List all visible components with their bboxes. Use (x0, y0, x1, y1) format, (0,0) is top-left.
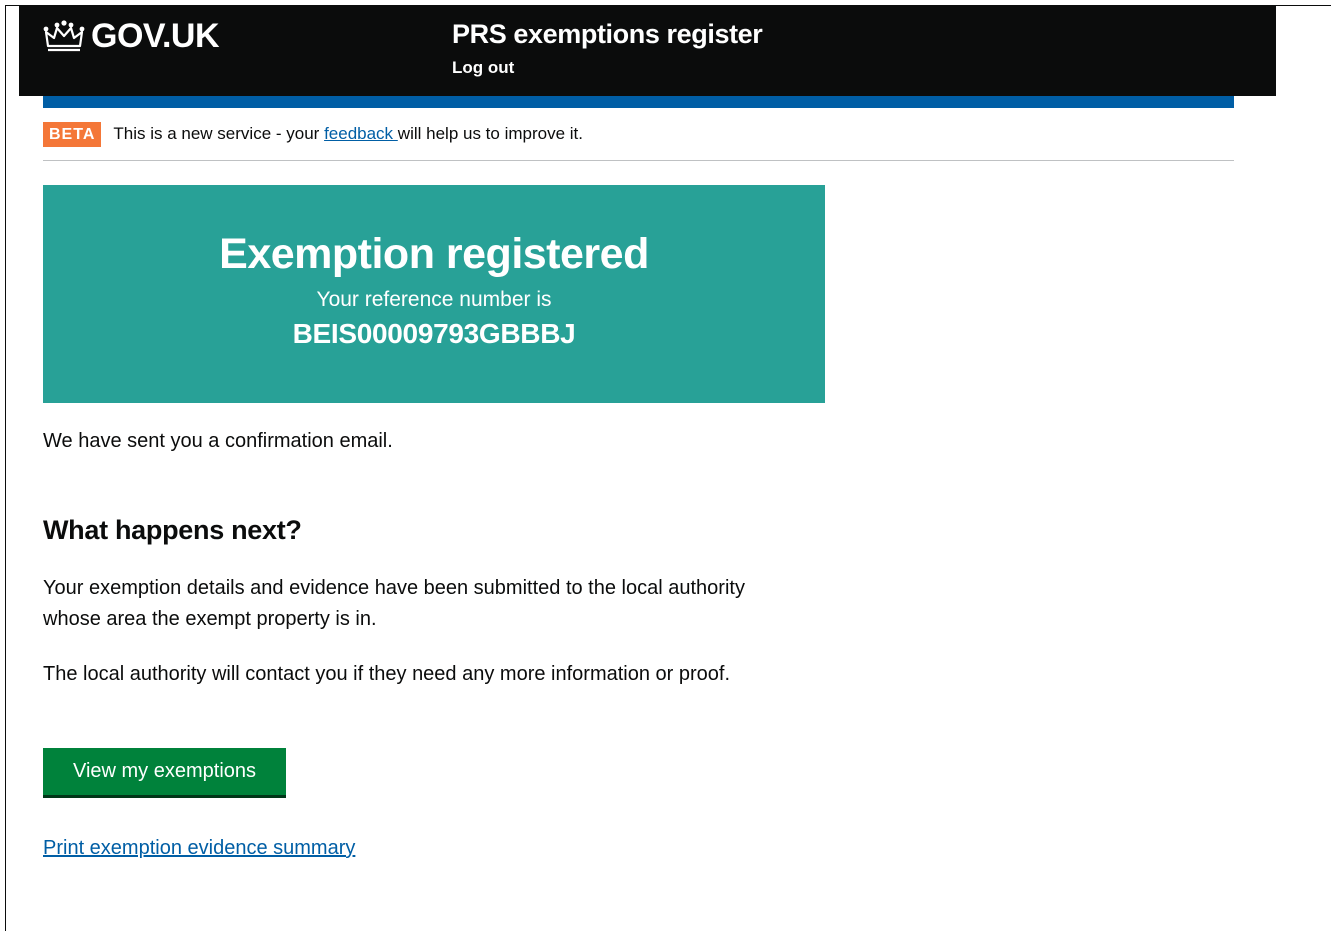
reference-number: BEIS00009793GBBBJ (292, 318, 576, 349)
window-frame-left (5, 5, 6, 931)
next-steps-heading: What happens next? (43, 515, 302, 545)
service-name-link[interactable]: PRS exemptions register (452, 18, 763, 50)
print-evidence-summary-link[interactable]: Print exemption evidence summary (43, 833, 355, 863)
feedback-link[interactable]: feedback (324, 124, 398, 143)
beta-tag: BETA (43, 121, 102, 147)
logo-text: GOV.UK (91, 17, 220, 55)
beta-banner: BETA This is a new service - your feedba… (43, 120, 583, 148)
header-blue-bar (43, 96, 1234, 108)
submission-details-text: Your exemption details and evidence have… (43, 577, 745, 630)
panel-title: Exemption registered (219, 230, 649, 278)
view-exemptions-button[interactable]: View my exemptions (43, 748, 286, 795)
beta-divider (43, 160, 1234, 161)
site-header: GOV.UK PRS exemptions register Log out (19, 6, 1276, 96)
contact-info-text: The local authority will contact you if … (43, 663, 731, 685)
confirmation-email-text: We have sent you a confirmation email. (43, 430, 393, 452)
panel-subtitle: Your reference number is (316, 288, 552, 311)
beta-text-before: This is a new service - your (113, 124, 325, 143)
confirmation-panel: Exemption registered Your reference numb… (43, 185, 825, 403)
beta-banner-text: This is a new service - your feedback wi… (113, 124, 583, 144)
beta-text-after: will help us to improve it. (397, 124, 583, 143)
logout-link[interactable]: Log out (452, 58, 514, 78)
crown-icon (43, 20, 85, 52)
govuk-logo-link[interactable]: GOV.UK (43, 16, 220, 56)
